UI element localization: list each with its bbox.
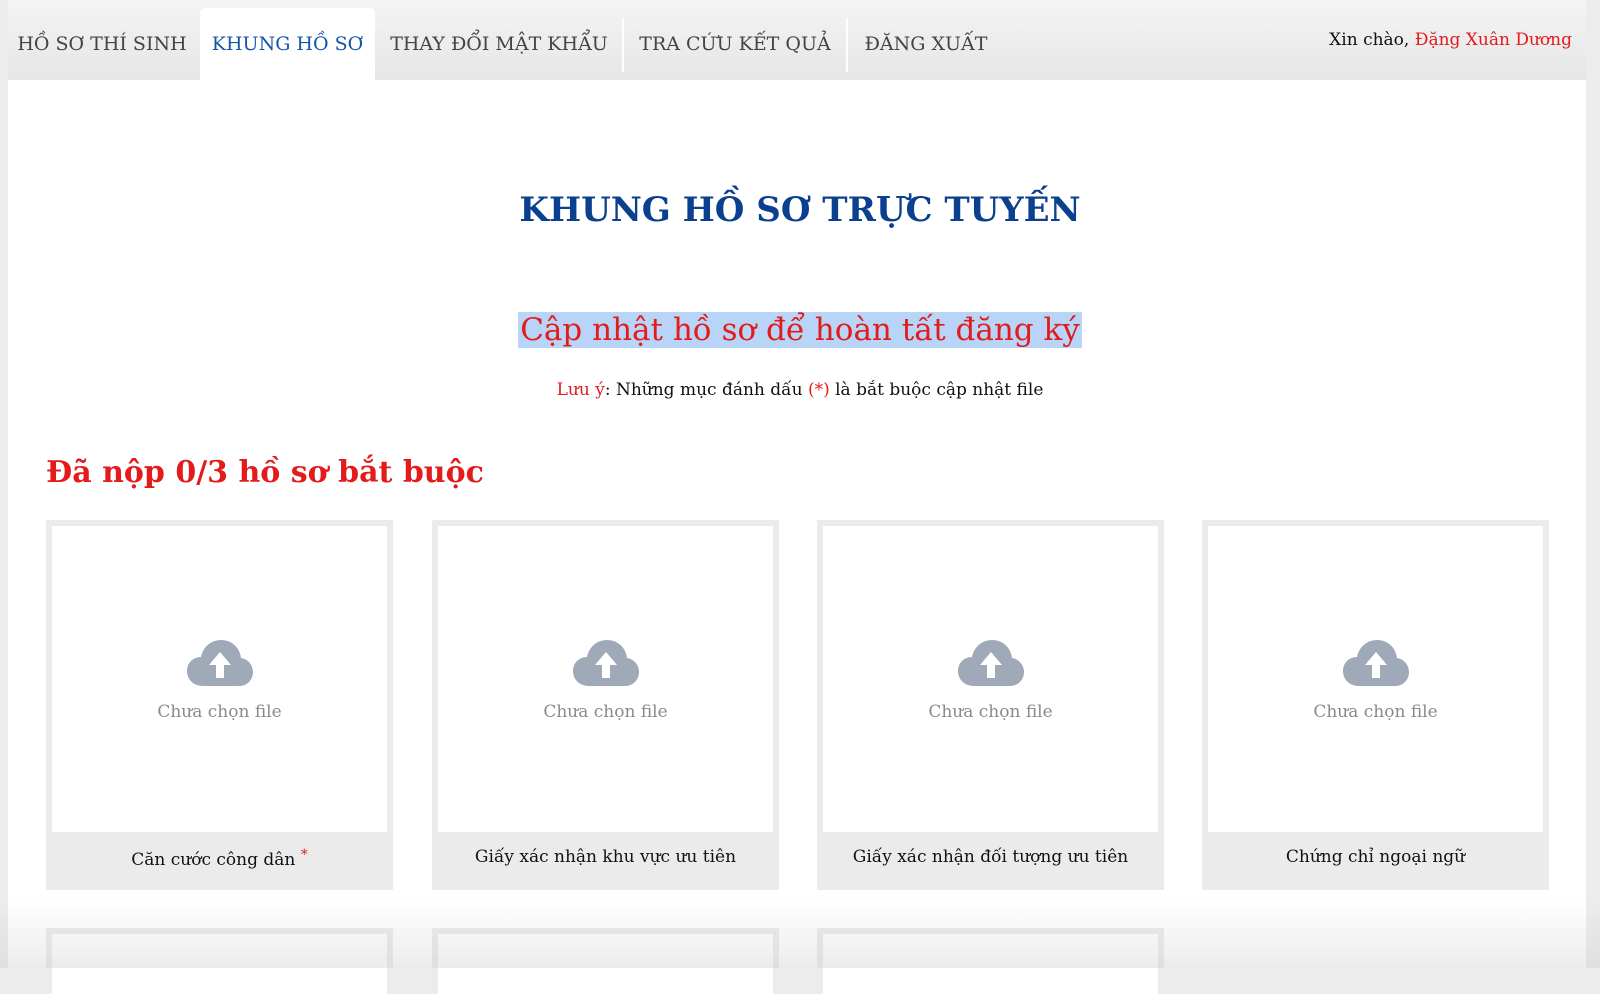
card-label: Chứng chỉ ngoại ngữ	[1285, 847, 1466, 867]
cloud-upload-icon	[958, 640, 1024, 686]
upload-card-chung-chi-ngoai-ngu[interactable]: Chưa chọn file Chứng chỉ ngoại ngữ	[1202, 520, 1549, 890]
user-name-link[interactable]: Đặng Xuân Dương	[1415, 30, 1572, 50]
upload-card-doi-tuong-uu-tien[interactable]: Chưa chọn file Giấy xác nhận đối tượng ư…	[817, 520, 1164, 890]
upload-dropzone[interactable]: Chưa chọn file	[52, 526, 387, 832]
subtitle-wrap: Cập nhật hồ sơ để hoàn tất đăng ký	[0, 312, 1600, 348]
card-label: Giấy xác nhận khu vực ưu tiên	[474, 847, 737, 867]
cloud-upload-icon	[187, 640, 253, 686]
upload-card-khu-vuc-uu-tien[interactable]: Chưa chọn file Giấy xác nhận khu vực ưu …	[432, 520, 779, 890]
tab-divider	[846, 18, 848, 72]
cloud-upload-icon	[1343, 640, 1409, 686]
tab-divider	[622, 18, 624, 72]
note-label: Lưu ý	[556, 380, 605, 400]
page-title: KHUNG HỒ SƠ TRỰC TUYẾN	[519, 190, 1081, 230]
required-count: Đã nộp 0/3 hồ sơ bắt buộc	[46, 455, 484, 490]
page-subtitle: Cập nhật hồ sơ để hoàn tất đăng ký	[518, 312, 1082, 348]
file-status: Chưa chọn file	[543, 702, 668, 722]
upload-dropzone[interactable]: Chưa chọn file	[1208, 526, 1543, 832]
required-star: *	[300, 847, 308, 863]
greeting-prefix: Xin chào,	[1329, 30, 1410, 50]
file-status: Chưa chọn file	[157, 702, 282, 722]
required-note: Lưu ý: Những mục đánh dấu (*) là bắt buộ…	[0, 380, 1600, 400]
tab-khung-ho-so[interactable]: KHUNG HỒ SƠ	[200, 8, 375, 80]
tab-ho-so-thi-sinh[interactable]: HỒ SƠ THÍ SINH	[8, 8, 196, 80]
upload-card-partial[interactable]	[432, 928, 779, 994]
card-label-text: Căn cước công dân	[131, 850, 296, 870]
user-greeting: Xin chào, Đặng Xuân Dương	[1329, 30, 1572, 50]
upload-dropzone[interactable]	[52, 934, 387, 994]
tab-thay-doi-mat-khau[interactable]: THAY ĐỔI MẬT KHẨU	[378, 8, 620, 80]
card-label: Giấy xác nhận đối tượng ưu tiên	[852, 847, 1129, 867]
cloud-upload-icon	[573, 640, 639, 686]
upload-card-can-cuoc[interactable]: Chưa chọn file Căn cước công dân *	[46, 520, 393, 890]
upload-card-partial[interactable]	[817, 928, 1164, 994]
upload-dropzone[interactable]: Chưa chọn file	[438, 526, 773, 832]
upload-card-partial[interactable]	[46, 928, 393, 994]
note-text-1: : Những mục đánh dấu	[604, 380, 808, 400]
note-text-2: là bắt buộc cập nhật file	[829, 380, 1044, 400]
upload-dropzone[interactable]	[438, 934, 773, 994]
upload-dropzone[interactable]	[823, 934, 1158, 994]
tab-tra-cuu-ket-qua[interactable]: TRA CỨU KẾT QUẢ	[625, 8, 845, 80]
note-mark: (*)	[807, 380, 830, 400]
card-label: Căn cước công dân *	[46, 847, 393, 870]
tab-dang-xuat[interactable]: ĐĂNG XUẤT	[849, 8, 1003, 80]
file-status: Chưa chọn file	[1313, 702, 1438, 722]
file-status: Chưa chọn file	[928, 702, 1053, 722]
upload-dropzone[interactable]: Chưa chọn file	[823, 526, 1158, 832]
